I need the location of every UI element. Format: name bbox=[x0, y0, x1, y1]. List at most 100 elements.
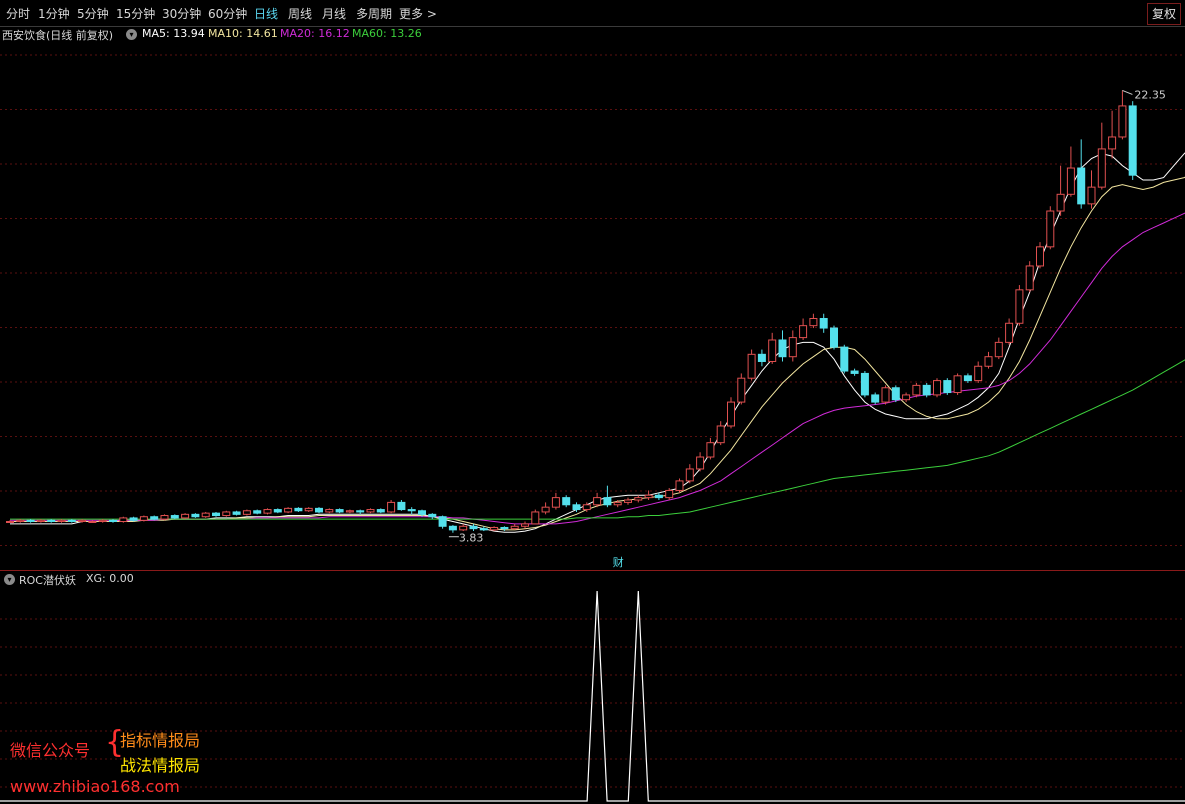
candle-body bbox=[891, 387, 900, 401]
tab-more[interactable]: 更多 > bbox=[399, 5, 437, 22]
candle-body bbox=[366, 509, 375, 513]
candle-body bbox=[551, 497, 560, 508]
candle-body bbox=[572, 504, 581, 511]
candle-body bbox=[479, 528, 488, 531]
candle-body bbox=[685, 468, 694, 482]
candle-body bbox=[706, 442, 715, 458]
candle-body bbox=[1097, 148, 1106, 188]
candle-body bbox=[26, 519, 35, 523]
tab-multi-period[interactable]: 多周期 bbox=[356, 5, 392, 22]
candle-body bbox=[294, 507, 303, 512]
candle-body bbox=[222, 511, 231, 517]
candle-body bbox=[747, 353, 756, 379]
candle-body bbox=[78, 519, 87, 523]
watermark-wechat: 微信公众号 bbox=[10, 741, 91, 760]
candle-body bbox=[212, 512, 220, 517]
candle-body bbox=[242, 510, 251, 515]
pane-divider bbox=[0, 570, 1185, 571]
candle-body bbox=[170, 515, 179, 519]
candle-body bbox=[562, 497, 571, 506]
tab-15min[interactable]: 15分钟 bbox=[116, 5, 155, 22]
candle-body bbox=[830, 327, 838, 348]
candle-body bbox=[624, 499, 632, 503]
candle-body bbox=[139, 516, 148, 521]
candle-body bbox=[469, 525, 478, 530]
tab-5min[interactable]: 5分钟 bbox=[77, 5, 109, 22]
candle-body bbox=[1025, 265, 1034, 291]
ma60-value: MA60: 13.26 bbox=[352, 27, 422, 40]
candle-body bbox=[644, 494, 653, 499]
tab-monthly[interactable]: 月线 bbox=[322, 5, 346, 22]
candle-body bbox=[407, 509, 416, 512]
tab-daily[interactable]: 日线 bbox=[254, 5, 278, 22]
candle-body bbox=[304, 507, 313, 512]
candle-body bbox=[871, 394, 880, 403]
candle-body bbox=[459, 525, 468, 531]
candle-body bbox=[1046, 210, 1055, 248]
tab-60min[interactable]: 60分钟 bbox=[208, 5, 247, 22]
tab-1min[interactable]: 1分钟 bbox=[38, 5, 70, 22]
candle-body bbox=[531, 511, 540, 525]
candle-body bbox=[953, 375, 962, 394]
candle-body bbox=[201, 512, 210, 518]
candle-body bbox=[541, 506, 550, 513]
candle-body bbox=[634, 497, 643, 501]
indicator-name: ROC潜伏妖 bbox=[19, 574, 76, 587]
candle-body bbox=[1005, 322, 1014, 343]
candle-body bbox=[860, 372, 869, 396]
restore-rights-button[interactable]: 复权 bbox=[1146, 3, 1181, 25]
candle-body bbox=[943, 380, 952, 394]
candle-body bbox=[387, 501, 396, 513]
ma20-value: MA20: 16.12 bbox=[280, 27, 350, 40]
candle-body bbox=[284, 507, 293, 513]
watermark-line2: 战法情报局 bbox=[120, 756, 201, 775]
candle-body bbox=[974, 365, 983, 382]
candle-body bbox=[778, 339, 787, 358]
low-price-label: 3.83 bbox=[459, 532, 484, 545]
candle-body bbox=[160, 515, 169, 520]
candle-body bbox=[675, 480, 684, 491]
candle-body bbox=[809, 317, 818, 327]
candle-body bbox=[1118, 105, 1127, 138]
candle-body bbox=[850, 370, 859, 374]
kline-chart[interactable]: 22.35 3.83 财 bbox=[0, 43, 1185, 570]
candle-body bbox=[181, 513, 190, 519]
candle-body bbox=[1015, 289, 1024, 324]
candle-body bbox=[428, 513, 437, 518]
chevron-down-icon[interactable]: ▾ bbox=[126, 29, 137, 40]
candle-body bbox=[376, 509, 385, 513]
tab-weekly[interactable]: 周线 bbox=[288, 5, 312, 22]
candle-body bbox=[36, 519, 45, 523]
candle-body bbox=[582, 504, 591, 511]
candle-body bbox=[57, 519, 66, 523]
candle-body bbox=[448, 525, 457, 531]
candle-body bbox=[315, 507, 323, 513]
candle-body bbox=[881, 387, 890, 403]
ma5-value: MA5: 13.94 bbox=[142, 27, 205, 40]
watermark-url: www.zhibiao168.com bbox=[10, 777, 180, 796]
candle-body bbox=[98, 519, 107, 523]
candle-body bbox=[510, 525, 519, 530]
tab-30min[interactable]: 30分钟 bbox=[162, 5, 201, 22]
candle-body bbox=[1077, 167, 1086, 205]
candle-body bbox=[150, 516, 159, 520]
candle-body bbox=[273, 509, 282, 513]
high-price-label: 22.35 bbox=[1134, 88, 1166, 101]
candle-body bbox=[1087, 186, 1096, 205]
candle-body bbox=[654, 494, 663, 499]
candle-body bbox=[1056, 193, 1065, 212]
candle-body bbox=[490, 526, 499, 531]
high-pointer bbox=[1122, 89, 1133, 95]
candle-body bbox=[912, 384, 921, 396]
event-marker: 财 bbox=[613, 555, 624, 569]
candle-body bbox=[119, 517, 128, 523]
candle-body bbox=[325, 509, 334, 513]
candle-body bbox=[129, 517, 138, 521]
candle-body bbox=[994, 341, 1003, 358]
tab-intraday[interactable]: 分时 bbox=[6, 5, 30, 22]
chevron-down-icon[interactable]: ▾ bbox=[4, 574, 15, 585]
candle-body bbox=[799, 325, 808, 339]
stock-title: 西安饮食(日线 前复权) bbox=[2, 29, 114, 42]
watermark-line1: 指标情报局 bbox=[120, 731, 201, 750]
candle-body bbox=[840, 346, 849, 372]
